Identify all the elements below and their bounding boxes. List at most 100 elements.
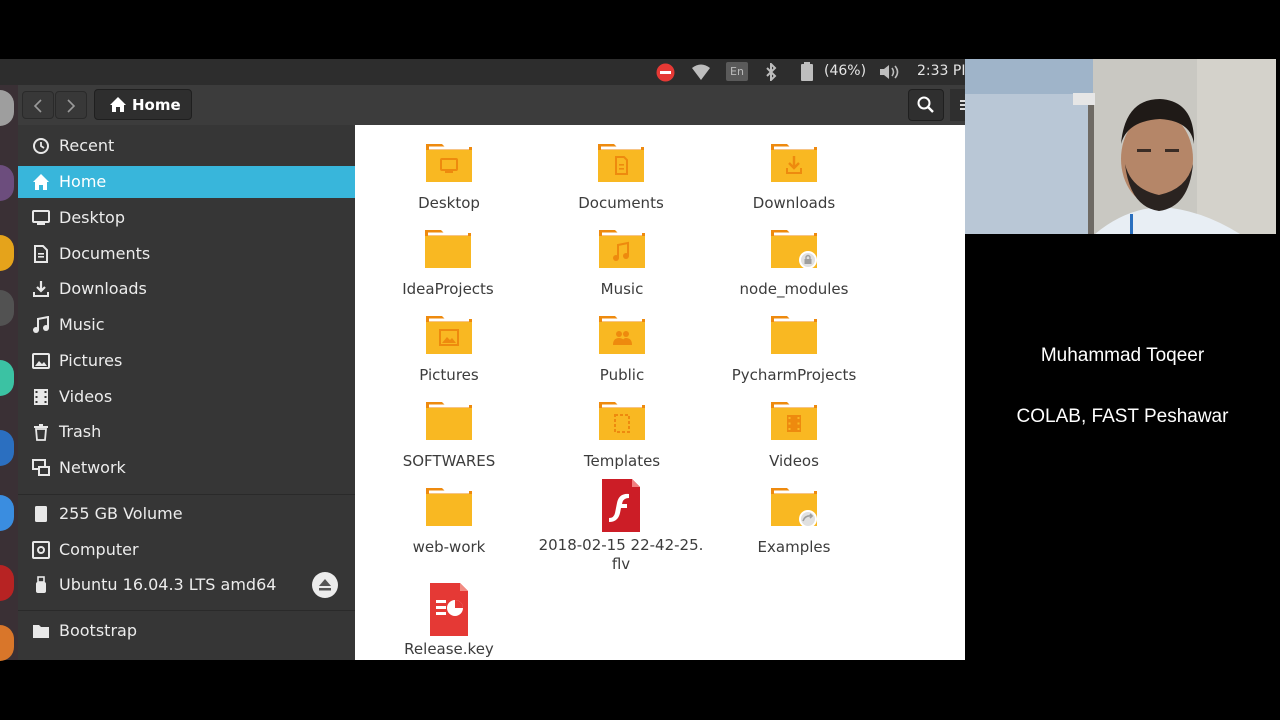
file-name: Public <box>599 366 645 384</box>
file-name: web-work <box>412 538 486 556</box>
sidebar-divider <box>18 494 355 495</box>
volume-icon[interactable] <box>879 63 901 85</box>
network-icon <box>32 459 50 476</box>
clock-icon <box>33 138 49 154</box>
launcher-app-icon[interactable] <box>0 495 14 531</box>
file-item-examples[interactable]: Examples <box>709 484 879 557</box>
battery-percentage[interactable]: (46%) <box>824 63 866 79</box>
sidebar-item-ubuntu-usb[interactable]: Ubuntu 16.04.3 LTS amd64 <box>18 569 355 601</box>
sidebar-item-label: Bootstrap <box>59 621 137 640</box>
file-item-web-work[interactable]: web-work <box>364 484 534 557</box>
webcam-video-feed <box>965 59 1276 234</box>
sidebar-item-label: Desktop <box>59 208 125 227</box>
launcher-app-icon[interactable] <box>0 430 14 466</box>
search-button[interactable] <box>908 89 944 121</box>
path-label: Home <box>132 96 181 114</box>
file-item-softwares[interactable]: SOFTWARES <box>364 398 534 471</box>
keyboard-layout-indicator[interactable]: En <box>726 62 748 81</box>
music-icon <box>33 316 49 333</box>
folder-downloads-icon <box>770 140 818 188</box>
sidebar-item-downloads[interactable]: Downloads <box>18 273 355 305</box>
launcher-app-icon[interactable] <box>0 360 14 396</box>
file-item-videos[interactable]: Videos <box>709 398 879 471</box>
file-item-release-key[interactable]: Release.key <box>364 583 534 659</box>
back-button[interactable] <box>22 91 54 119</box>
launcher-app-icon[interactable] <box>0 90 14 126</box>
folder-public-icon <box>598 312 646 360</box>
file-item-downloads[interactable]: Downloads <box>709 140 879 213</box>
file-item-pycharmprojects[interactable]: PycharmProjects <box>709 312 879 385</box>
file-item-public[interactable]: Public <box>537 312 707 385</box>
launcher-app-icon[interactable] <box>0 565 14 601</box>
presenter-name: Muhammad Toqeer <box>1040 345 1205 366</box>
chrome-icon[interactable] <box>0 235 14 271</box>
computer-icon <box>32 541 50 559</box>
key-file-icon <box>425 583 473 636</box>
folder-icon <box>33 625 49 638</box>
wifi-icon[interactable] <box>691 63 711 85</box>
sidebar-item-255gb-volume[interactable]: 255 GB Volume <box>18 498 355 530</box>
file-item-documents[interactable]: Documents <box>536 140 706 213</box>
launcher-app-icon[interactable] <box>0 290 14 326</box>
presenter-caption: Muhammad Toqeer COLAB, FAST Peshawar <box>965 345 1280 467</box>
file-item-ideaprojects[interactable]: IdeaProjects <box>363 226 533 299</box>
sidebar-item-pictures[interactable]: Pictures <box>18 345 355 377</box>
document-icon <box>34 245 48 263</box>
file-name: Pictures <box>419 366 479 384</box>
folder-locked-icon <box>770 226 818 274</box>
file-name: Downloads <box>752 194 836 212</box>
folder-videos-icon <box>770 398 818 446</box>
home-icon <box>110 97 126 112</box>
file-name: Templates <box>583 452 661 470</box>
sidebar-divider <box>18 610 355 611</box>
bluetooth-icon[interactable] <box>764 61 778 85</box>
file-item-desktop[interactable]: Desktop <box>364 140 534 213</box>
sidebar-item-documents[interactable]: Documents <box>18 238 355 270</box>
sidebar-item-computer[interactable]: Computer <box>18 534 355 566</box>
places-sidebar: Recent Home Desktop Documents Downloads … <box>18 125 355 660</box>
chevron-left-icon <box>33 99 42 113</box>
folder-music-icon <box>598 226 646 274</box>
clock[interactable]: 2:33 PI <box>917 63 965 79</box>
search-icon <box>917 96 934 113</box>
drive-icon <box>35 506 47 522</box>
forward-button[interactable] <box>55 91 87 119</box>
sidebar-item-label: Recent <box>59 136 115 155</box>
menu-button[interactable] <box>950 89 965 121</box>
eject-icon[interactable] <box>312 572 338 598</box>
sidebar-item-label: Downloads <box>59 279 147 298</box>
sidebar-item-desktop[interactable]: Desktop <box>18 202 355 234</box>
battery-icon[interactable] <box>800 62 814 86</box>
file-item-pictures[interactable]: Pictures <box>364 312 534 385</box>
sidebar-item-label: Documents <box>59 244 151 263</box>
file-name: PycharmProjects <box>731 366 857 384</box>
top-panel: En (46%) 2:33 PI <box>0 59 965 85</box>
file-item-music[interactable]: Music <box>537 226 707 299</box>
file-name: node_modules <box>739 280 849 298</box>
sidebar-item-label: Home <box>59 172 107 191</box>
file-item-flv-recording[interactable]: 2018-02-15 22-42-25. flv <box>536 479 706 574</box>
folder-pictures-icon <box>425 312 473 360</box>
launcher-app-icon[interactable] <box>0 625 14 661</box>
sidebar-item-videos[interactable]: Videos <box>18 381 355 413</box>
folder-link-icon <box>770 484 818 532</box>
file-name: Music <box>600 280 644 298</box>
sidebar-item-network[interactable]: Network <box>18 452 355 484</box>
sidebar-item-bootstrap[interactable]: Bootstrap <box>18 615 355 647</box>
file-item-templates[interactable]: Templates <box>537 398 707 471</box>
path-bar-home[interactable]: Home <box>94 89 192 120</box>
file-name: Examples <box>757 538 831 556</box>
file-name: SOFTWARES <box>402 452 496 470</box>
file-name: IdeaProjects <box>402 280 494 298</box>
sidebar-item-trash[interactable]: Trash <box>18 416 355 448</box>
file-item-node-modules[interactable]: node_modules <box>709 226 879 299</box>
sidebar-item-label: Music <box>59 315 105 334</box>
folder-icon <box>424 226 472 274</box>
sidebar-item-home[interactable]: Home <box>18 166 355 198</box>
sidebar-item-recent[interactable]: Recent <box>18 130 355 162</box>
flash-video-icon <box>597 479 645 532</box>
do-not-disturb-icon[interactable] <box>656 63 675 86</box>
sidebar-item-music[interactable]: Music <box>18 309 355 341</box>
launcher-app-icon[interactable] <box>0 165 14 201</box>
folder-icon <box>425 398 473 446</box>
